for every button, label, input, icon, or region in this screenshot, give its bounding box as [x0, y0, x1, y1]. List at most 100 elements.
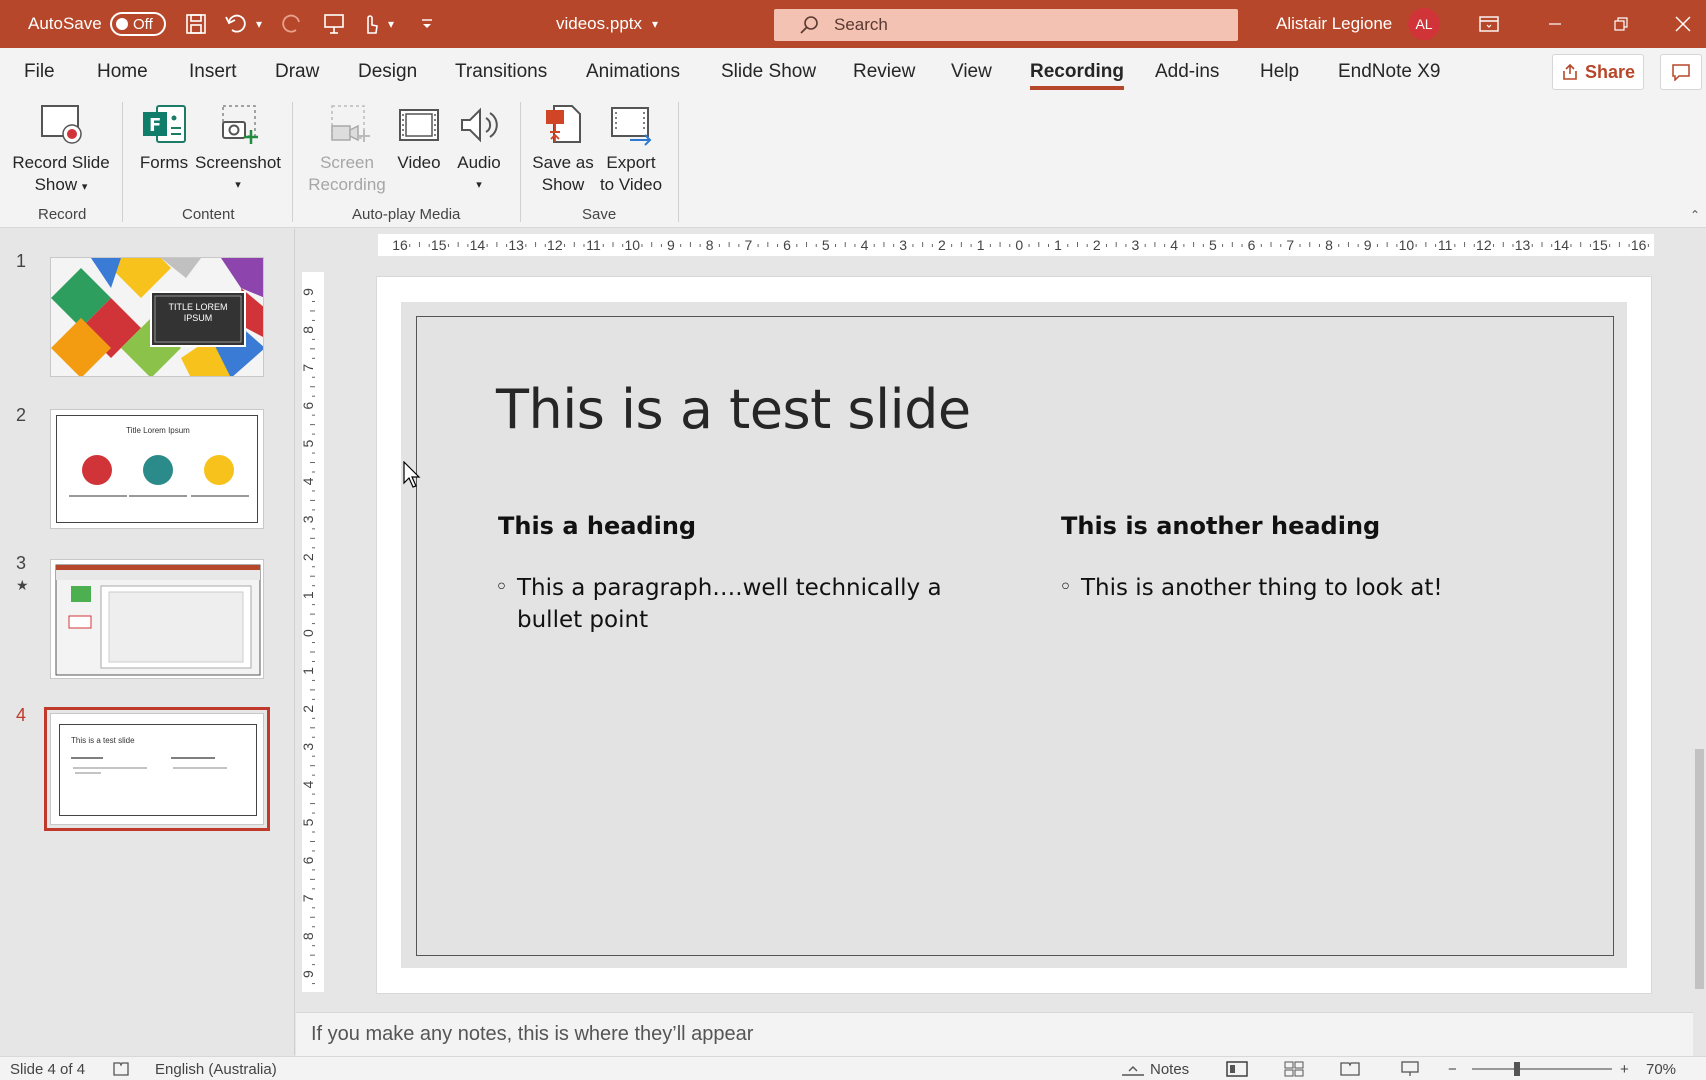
toggle-knob-icon	[116, 18, 128, 30]
zoom-out-icon[interactable]: −	[1448, 1061, 1457, 1078]
tab-add-ins[interactable]: Add-ins	[1155, 48, 1219, 96]
undo-icon[interactable]	[224, 0, 250, 48]
touch-mode-icon[interactable]	[360, 0, 382, 48]
avatar[interactable]: AL	[1408, 8, 1440, 40]
tab-transitions[interactable]: Transitions	[455, 48, 547, 96]
notes-pane[interactable]: If you make any notes, this is where the…	[296, 1012, 1693, 1056]
tab-draw[interactable]: Draw	[275, 48, 319, 96]
touch-dropdown-icon[interactable]: ▾	[388, 0, 394, 48]
redo-icon[interactable]	[280, 0, 304, 48]
ruler-tick-label: 1	[977, 237, 985, 253]
slide-title[interactable]: This is a test slide	[496, 378, 971, 441]
notes-placeholder: If you make any notes, this is where the…	[311, 1023, 754, 1045]
tab-home[interactable]: Home	[97, 48, 148, 96]
normal-view-icon[interactable]	[1226, 1061, 1248, 1077]
thumbnail-number: 2	[16, 405, 27, 425]
tab-recording[interactable]: Recording	[1030, 48, 1124, 96]
user-name[interactable]: Alistair Legione	[1276, 0, 1392, 48]
save-as-show-button[interactable]: Save as Show	[530, 100, 596, 196]
tab-endnote[interactable]: EndNote X9	[1338, 48, 1440, 96]
tab-design[interactable]: Design	[358, 48, 417, 96]
zoom-slider[interactable]	[1472, 1068, 1612, 1070]
left-heading[interactable]: This a heading	[498, 512, 696, 540]
ruler-tick-label: 2	[302, 553, 316, 561]
vertical-ruler[interactable]: 9 8 7 6 5 4 3 2 1 0 1 2 3 4 5 6 7 8 9	[300, 272, 324, 1004]
collapse-ribbon-icon[interactable]: ⌃	[1690, 208, 1700, 222]
ruler-tick-label: 3	[302, 515, 316, 523]
tab-insert[interactable]: Insert	[189, 48, 237, 96]
slide-thumbnail-4[interactable]: This is a test slide	[44, 707, 270, 831]
ruler-tick-label: 1	[302, 591, 316, 599]
customize-toolbar-icon[interactable]	[420, 0, 434, 48]
thumbnail-number: 3	[16, 553, 27, 573]
ruler-tick-label: 16	[392, 237, 408, 253]
group-label-content: Content	[182, 206, 235, 223]
zoom-slider-thumb[interactable]	[1514, 1062, 1520, 1076]
audio-button[interactable]: Audio ▾	[452, 100, 506, 196]
slide-thumbnail-3[interactable]	[50, 559, 264, 679]
minimize-icon[interactable]	[1532, 0, 1578, 48]
autosave-toggle[interactable]: Off	[110, 0, 166, 48]
tab-animations[interactable]: Animations	[586, 48, 680, 96]
tab-view[interactable]: View	[951, 48, 992, 96]
spell-check-icon[interactable]	[112, 1061, 130, 1077]
restore-icon[interactable]	[1598, 0, 1644, 48]
screenshot-image	[51, 560, 263, 678]
ribbon: Record Slide Show ▾ Record F Forms Scree…	[0, 96, 1706, 228]
tab-file[interactable]: File	[24, 48, 55, 96]
ruler-tick-label: 0	[1015, 237, 1023, 253]
zoom-in-icon[interactable]: +	[1620, 1061, 1629, 1078]
ruler-tick-label: 6	[302, 856, 316, 864]
tab-review[interactable]: Review	[853, 48, 915, 96]
zoom-level[interactable]: 70%	[1646, 1061, 1676, 1078]
save-icon[interactable]	[184, 0, 208, 48]
screen-recording-button[interactable]: Screen Recording	[304, 100, 390, 196]
video-button[interactable]: Video	[394, 100, 444, 174]
horizontal-ruler[interactable]: 16 15 14 13 12 11 10 9 8 7 6 5 4 3 2 1 0 1 2 3 4 5 6 7 8 9 10 11 12 1…	[378, 234, 1669, 256]
tab-slide-show[interactable]: Slide Show	[721, 48, 816, 96]
ruler-tick-label: 10	[1399, 237, 1415, 253]
left-bullet-line-2: bullet point	[517, 607, 649, 633]
language-indicator[interactable]: English (Australia)	[155, 1061, 277, 1078]
ruler-tick-label: 14	[1553, 237, 1569, 253]
present-from-start-icon[interactable]	[322, 0, 346, 48]
tab-help[interactable]: Help	[1260, 48, 1299, 96]
record-slide-show-button[interactable]: Record Slide Show ▾	[12, 100, 110, 198]
slide-thumbnail-1[interactable]: TITLE LOREM IPSUM	[50, 257, 264, 377]
ruler-tick-label: 7	[744, 237, 752, 253]
chevron-down-icon: ▾	[81, 181, 88, 193]
undo-dropdown-icon[interactable]: ▾	[256, 0, 262, 48]
ruler-tick-label: 2	[302, 705, 316, 713]
right-bullet[interactable]: This is another thing to look at!	[1059, 572, 1443, 604]
export-to-video-button[interactable]: Export to Video	[596, 100, 666, 196]
slide-show-view-icon[interactable]	[1400, 1061, 1420, 1077]
reading-view-icon[interactable]	[1340, 1061, 1360, 1077]
close-icon[interactable]	[1660, 0, 1706, 48]
record-slide-show-icon	[36, 100, 86, 150]
ruler-tick-label: 0	[302, 629, 316, 637]
ruler-tick-label: 13	[1515, 237, 1531, 253]
file-name[interactable]: videos.pptx ▾	[556, 0, 658, 48]
ruler-tick-label: 9	[302, 970, 316, 978]
search-input[interactable]: Search	[774, 9, 1238, 41]
screenshot-icon	[213, 100, 263, 150]
notes-toggle-button[interactable]: Notes	[1122, 1061, 1189, 1078]
share-button[interactable]: Share	[1552, 54, 1644, 90]
left-bullet[interactable]: This a paragraph….well technically a bul…	[495, 572, 942, 636]
scrollbar-thumb[interactable]	[1695, 749, 1704, 989]
ruler-tick-label: 3	[1132, 237, 1140, 253]
status-bar: Slide 4 of 4 English (Australia) Notes −…	[0, 1056, 1706, 1080]
forms-button[interactable]: F Forms	[138, 100, 190, 174]
title-bar: AutoSave Off ▾ ▾ videos.pptx ▾ Search Ali…	[0, 0, 1706, 48]
ruler-tick-label: 8	[1325, 237, 1333, 253]
ribbon-separator	[292, 102, 293, 222]
ruler-tick-label: 7	[302, 894, 316, 902]
slide-sorter-icon[interactable]	[1284, 1061, 1304, 1077]
ruler-tick-label: 4	[302, 477, 316, 485]
vertical-scrollbar[interactable]	[1693, 229, 1706, 1055]
comments-button[interactable]	[1660, 54, 1702, 90]
slide-thumbnail-2[interactable]: Title Lorem Ipsum	[50, 409, 264, 529]
ribbon-display-options-icon[interactable]	[1466, 0, 1512, 48]
right-heading[interactable]: This is another heading	[1061, 512, 1380, 540]
screenshot-button[interactable]: Screenshot ▾	[195, 100, 281, 196]
